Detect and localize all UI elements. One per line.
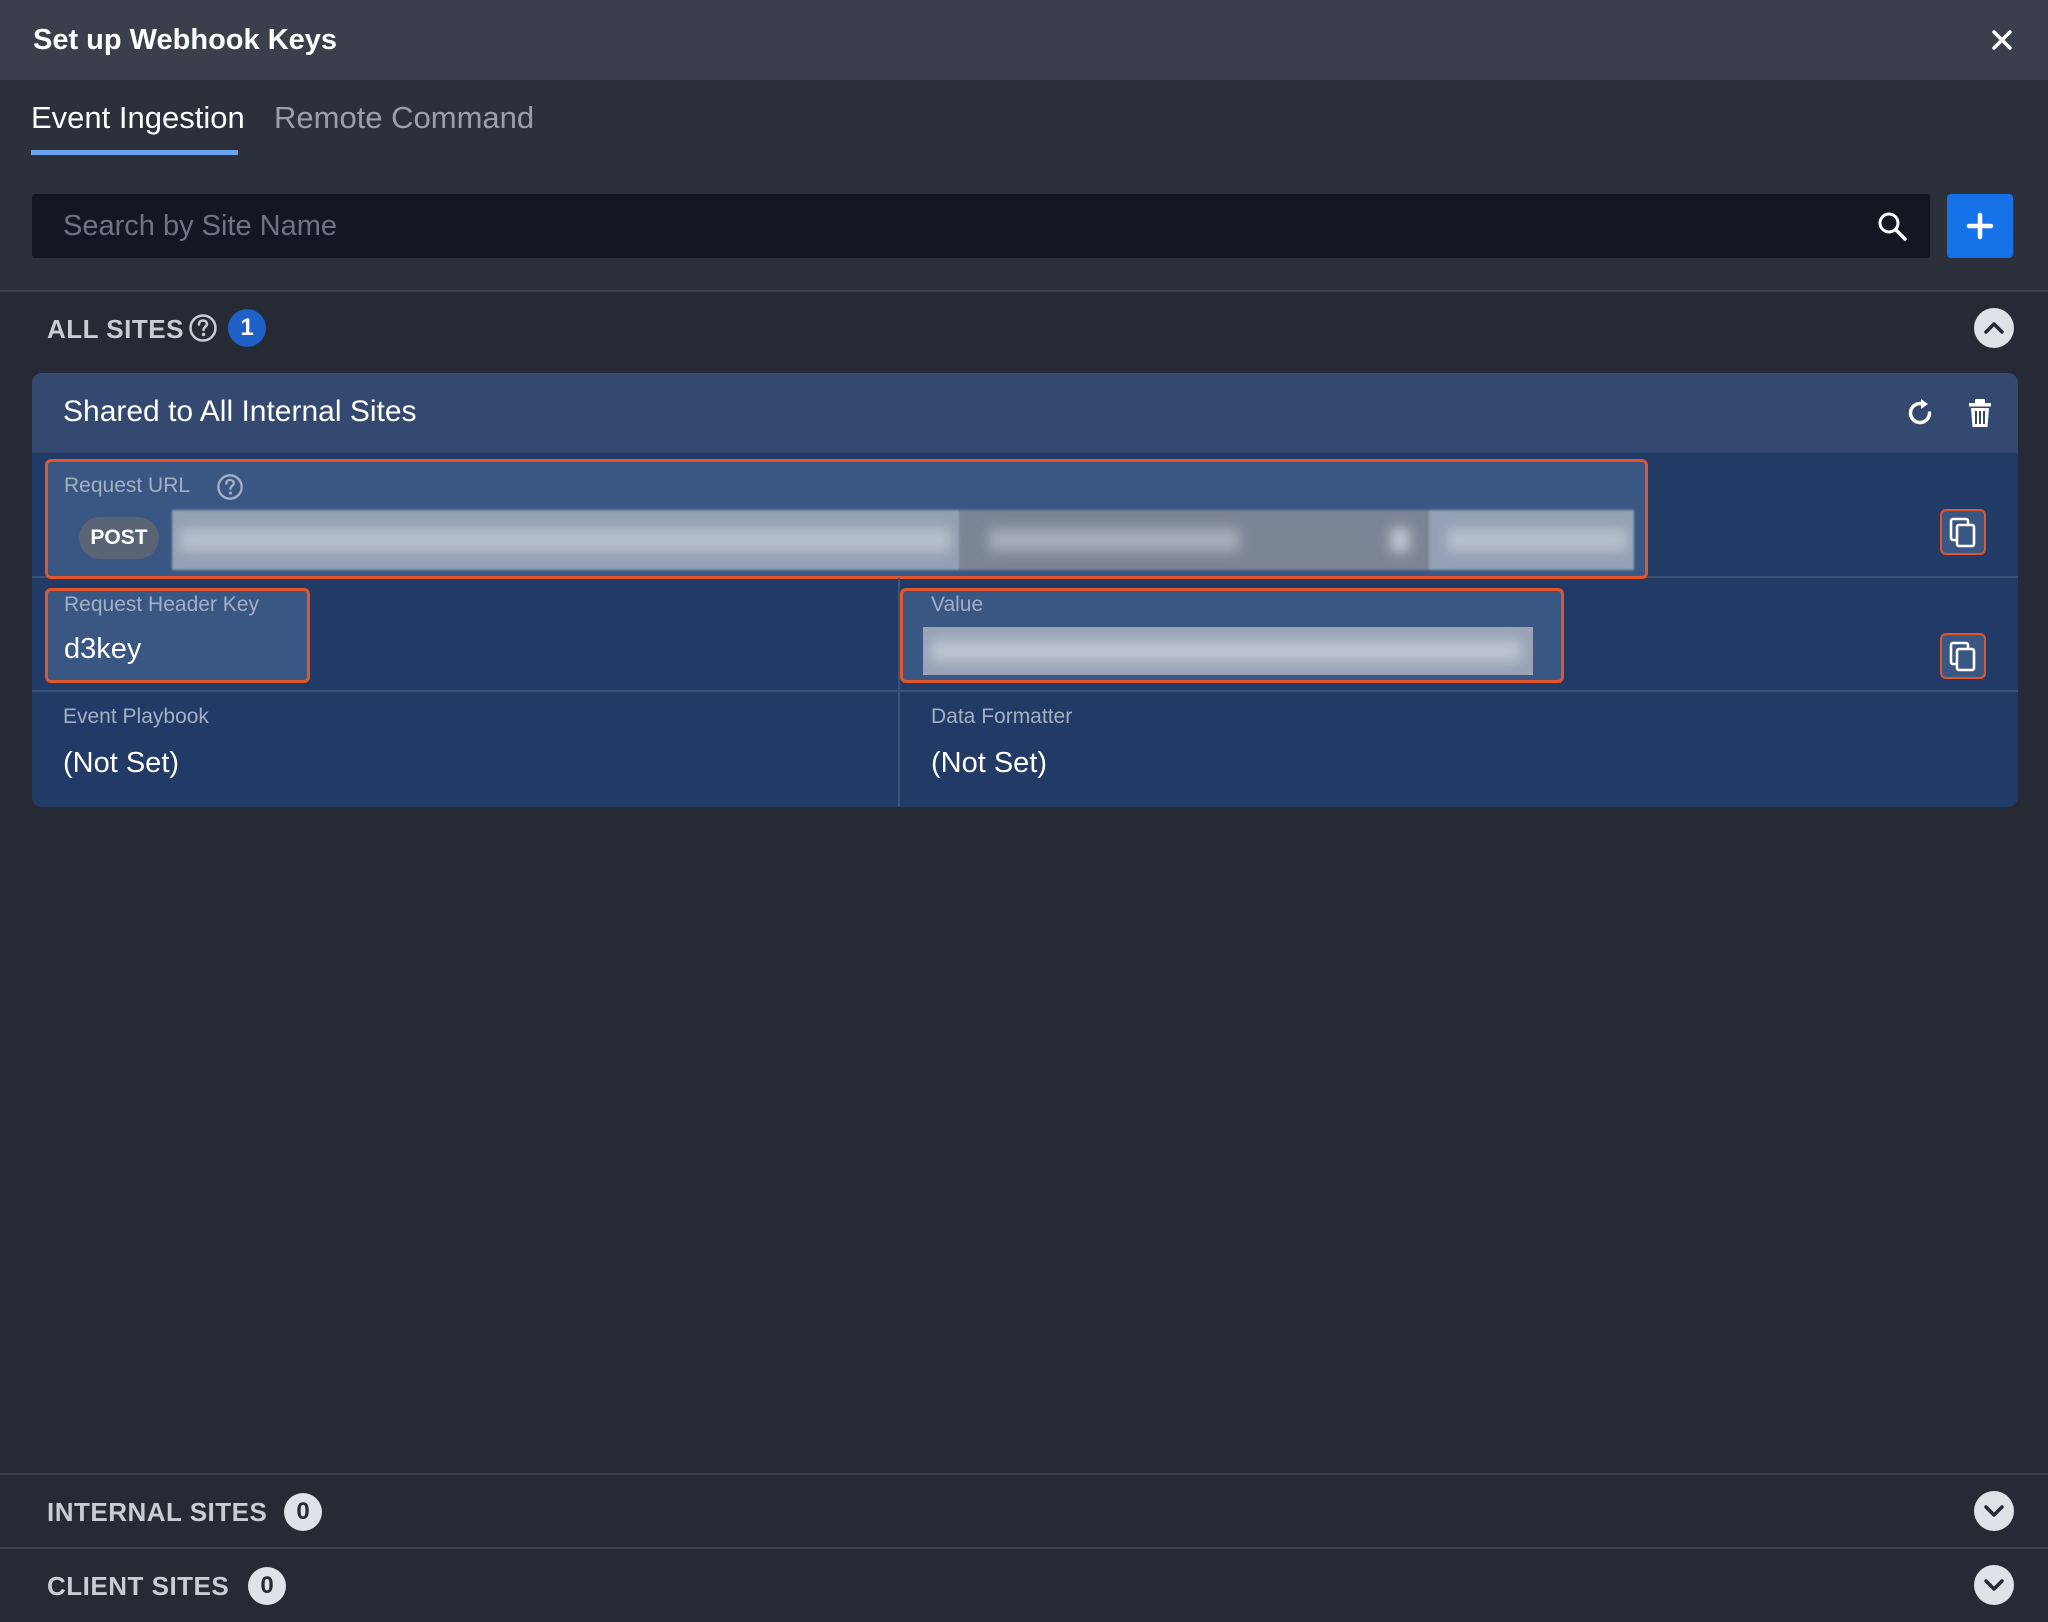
chevron-down-icon: [1984, 1579, 2004, 1591]
section-all-sites-header[interactable]: ALL SITES 1: [0, 292, 2048, 364]
tab-bar: Event Ingestion Remote Command: [0, 80, 2048, 166]
plus-icon: [1966, 212, 1994, 240]
event-playbook-value[interactable]: (Not Set): [63, 747, 179, 780]
refresh-icon[interactable]: [1902, 395, 1938, 431]
request-header-key-label: Request Header Key: [64, 593, 259, 616]
copy-icon: [1949, 641, 1976, 672]
section-title: ALL SITES: [47, 314, 184, 344]
card-header: Shared to All Internal Sites: [32, 373, 2018, 453]
search-box: [32, 194, 1930, 258]
request-header-value-label: Value: [931, 593, 984, 616]
request-header-value-redacted[interactable]: [923, 627, 1533, 675]
webhook-card: Shared to All Internal Sites Request URL…: [32, 373, 2018, 807]
copy-header-value-button[interactable]: [1940, 633, 1986, 679]
data-formatter-label: Data Formatter: [931, 705, 1073, 728]
request-url-field: Request URL POST: [45, 459, 1648, 579]
request-url-value-redacted[interactable]: [172, 510, 1634, 570]
section-client-sites-header[interactable]: CLIENT SITES 0: [0, 1547, 2048, 1622]
request-url-label: Request URL: [64, 474, 191, 497]
count-badge: 0: [248, 1567, 286, 1605]
search-input[interactable]: [32, 194, 1862, 258]
help-icon[interactable]: [216, 473, 244, 501]
close-icon[interactable]: [1984, 22, 2020, 58]
copy-url-button[interactable]: [1940, 509, 1986, 555]
dialog-titlebar: Set up Webhook Keys: [0, 0, 2048, 80]
search-row: [0, 166, 2048, 292]
chevron-down-icon: [1984, 1505, 2004, 1517]
collapse-button[interactable]: [1974, 308, 2014, 348]
event-playbook-label: Event Playbook: [63, 705, 209, 728]
section-internal-sites-header[interactable]: INTERNAL SITES 0: [0, 1473, 2048, 1547]
request-header-key-value[interactable]: d3key: [64, 633, 141, 666]
request-header-value-field: Value: [900, 588, 1564, 683]
expand-button[interactable]: [1974, 1491, 2014, 1531]
active-tab-indicator: [31, 150, 238, 155]
count-badge: 1: [228, 309, 266, 347]
column-divider: [898, 692, 900, 807]
tab-event-ingestion[interactable]: Event Ingestion: [31, 100, 245, 136]
playbook-formatter-row: Event Playbook (Not Set) Data Formatter …: [32, 692, 2018, 807]
search-icon[interactable]: [1874, 208, 1910, 244]
tab-remote-command[interactable]: Remote Command: [274, 100, 534, 136]
http-method-badge: POST: [79, 517, 159, 559]
copy-icon: [1949, 517, 1976, 548]
help-icon[interactable]: [188, 313, 218, 343]
count-badge: 0: [284, 1493, 322, 1531]
expand-button[interactable]: [1974, 1565, 2014, 1605]
dialog-title: Set up Webhook Keys: [33, 24, 338, 56]
add-button[interactable]: [1947, 194, 2013, 258]
webhook-keys-dialog: Set up Webhook Keys Event Ingestion Remo…: [0, 0, 2048, 1622]
chevron-up-icon: [1984, 322, 2004, 334]
card-title: Shared to All Internal Sites: [63, 395, 417, 428]
request-url-row: Request URL POST: [32, 453, 2018, 579]
trash-icon[interactable]: [1962, 395, 1998, 431]
section-title: INTERNAL SITES: [47, 1497, 268, 1527]
request-header-key-field: Request Header Key d3key: [45, 588, 310, 683]
data-formatter-value[interactable]: (Not Set): [931, 747, 1047, 780]
site-select-redacted[interactable]: [959, 510, 1429, 570]
request-header-row: Request Header Key d3key Value: [32, 578, 2018, 692]
section-title: CLIENT SITES: [47, 1571, 230, 1601]
